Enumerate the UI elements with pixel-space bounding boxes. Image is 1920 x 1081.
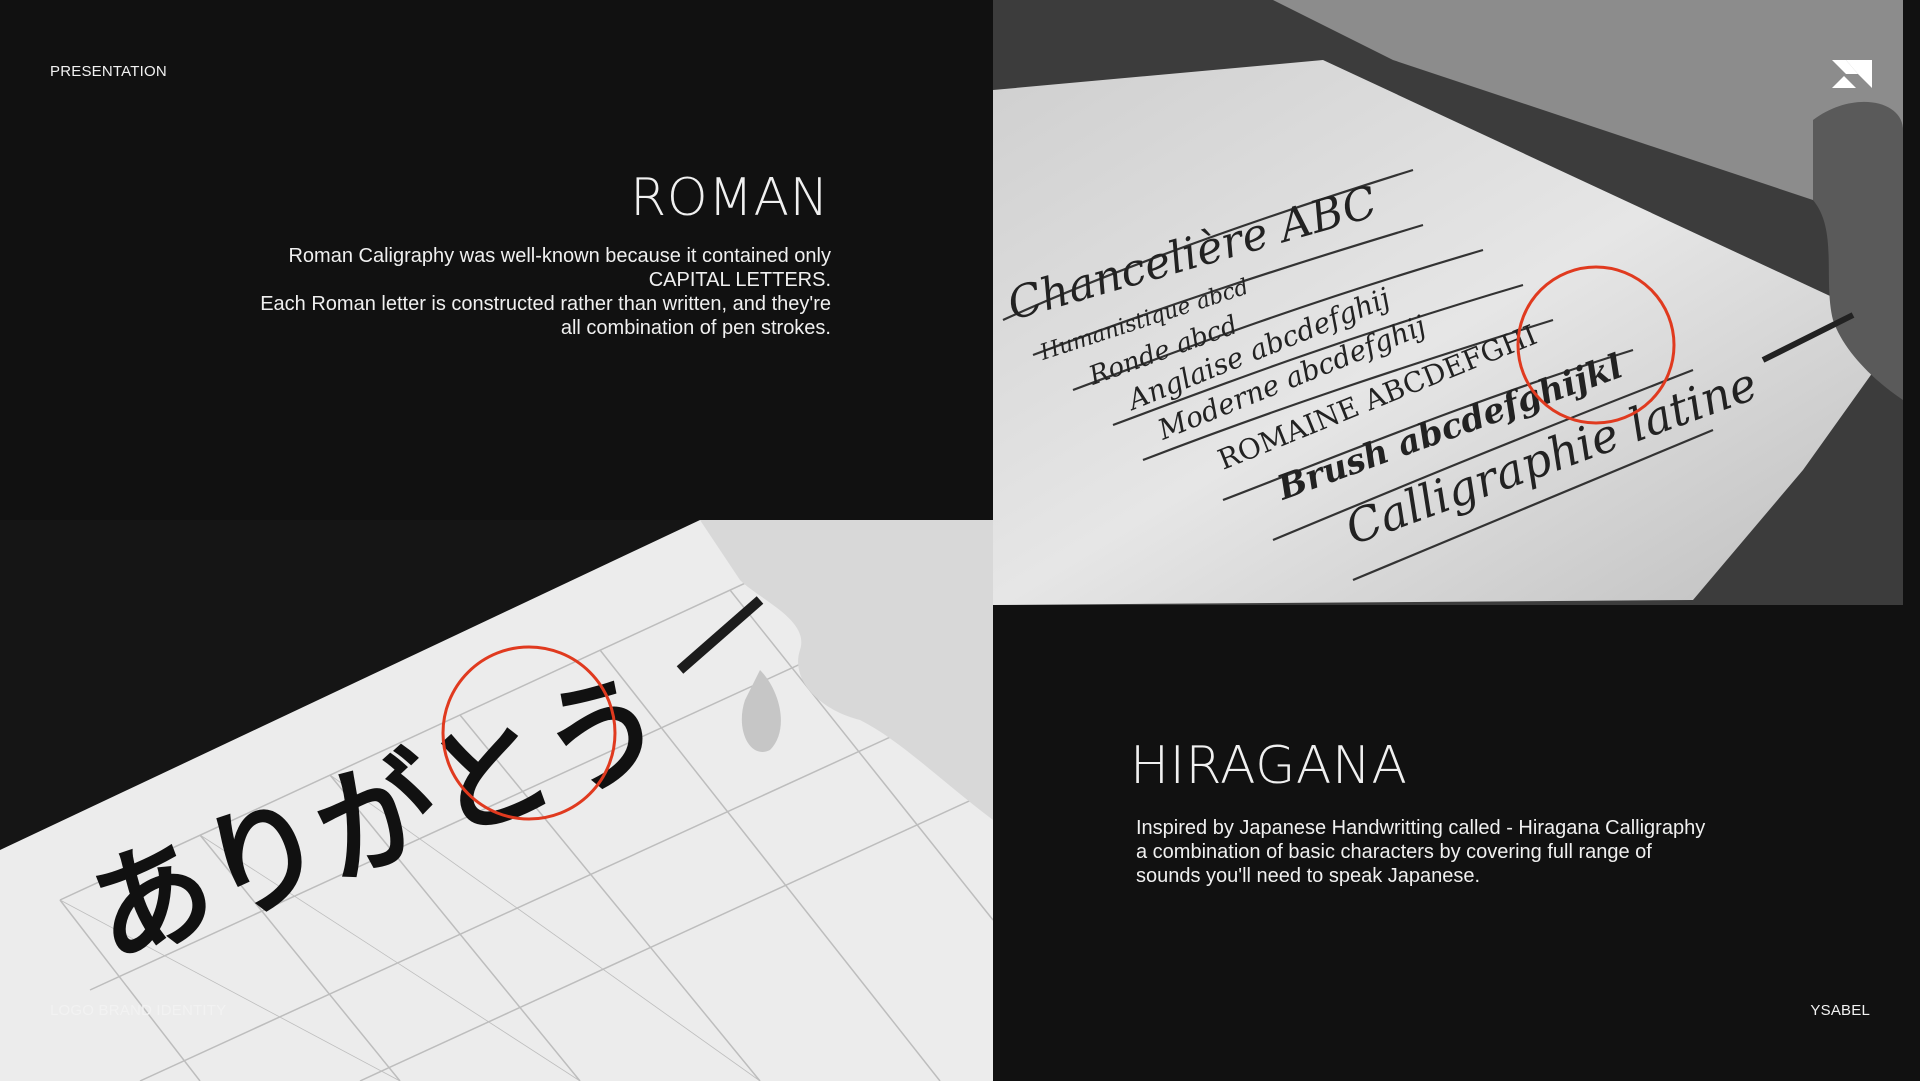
hiragana-desc-line: a combination of basic characters by cov… [1136, 841, 1652, 863]
hiragana-sheet-illustration: ありがとう [0, 520, 993, 1081]
hiragana-title: HIRAGANA [1130, 736, 1408, 796]
footer-left-label: LOGO BRAND IDENTITY [50, 1002, 227, 1019]
brand-logo-icon [1832, 60, 1872, 88]
roman-desc-line: CAPITAL LETTERS. [648, 269, 831, 291]
footer-right-label: YSABEL [1810, 1002, 1870, 1019]
hiragana-calligraphy-photo: ありがとう [0, 520, 993, 1081]
header-label: PRESENTATION [50, 63, 167, 80]
roman-title: ROMAN [630, 168, 829, 228]
calligraphy-sheet-illustration: Chancelière ABC Humanistique abcd Ronde … [993, 0, 1903, 605]
hiragana-desc-line: sounds you'll need to speak Japanese. [1136, 865, 1481, 887]
roman-description: Roman Caligraphy was well-known because … [191, 244, 831, 340]
roman-desc-line: all combination of pen strokes. [560, 317, 831, 339]
roman-calligraphy-photo: Chancelière ABC Humanistique abcd Ronde … [993, 0, 1903, 605]
hiragana-description: Inspired by Japanese Handwritting called… [1136, 816, 1776, 888]
roman-desc-line: Roman Caligraphy was well-known because … [288, 245, 831, 267]
hiragana-desc-line: Inspired by Japanese Handwritting called… [1136, 817, 1706, 839]
roman-desc-line: Each Roman letter is constructed rather … [260, 293, 831, 315]
